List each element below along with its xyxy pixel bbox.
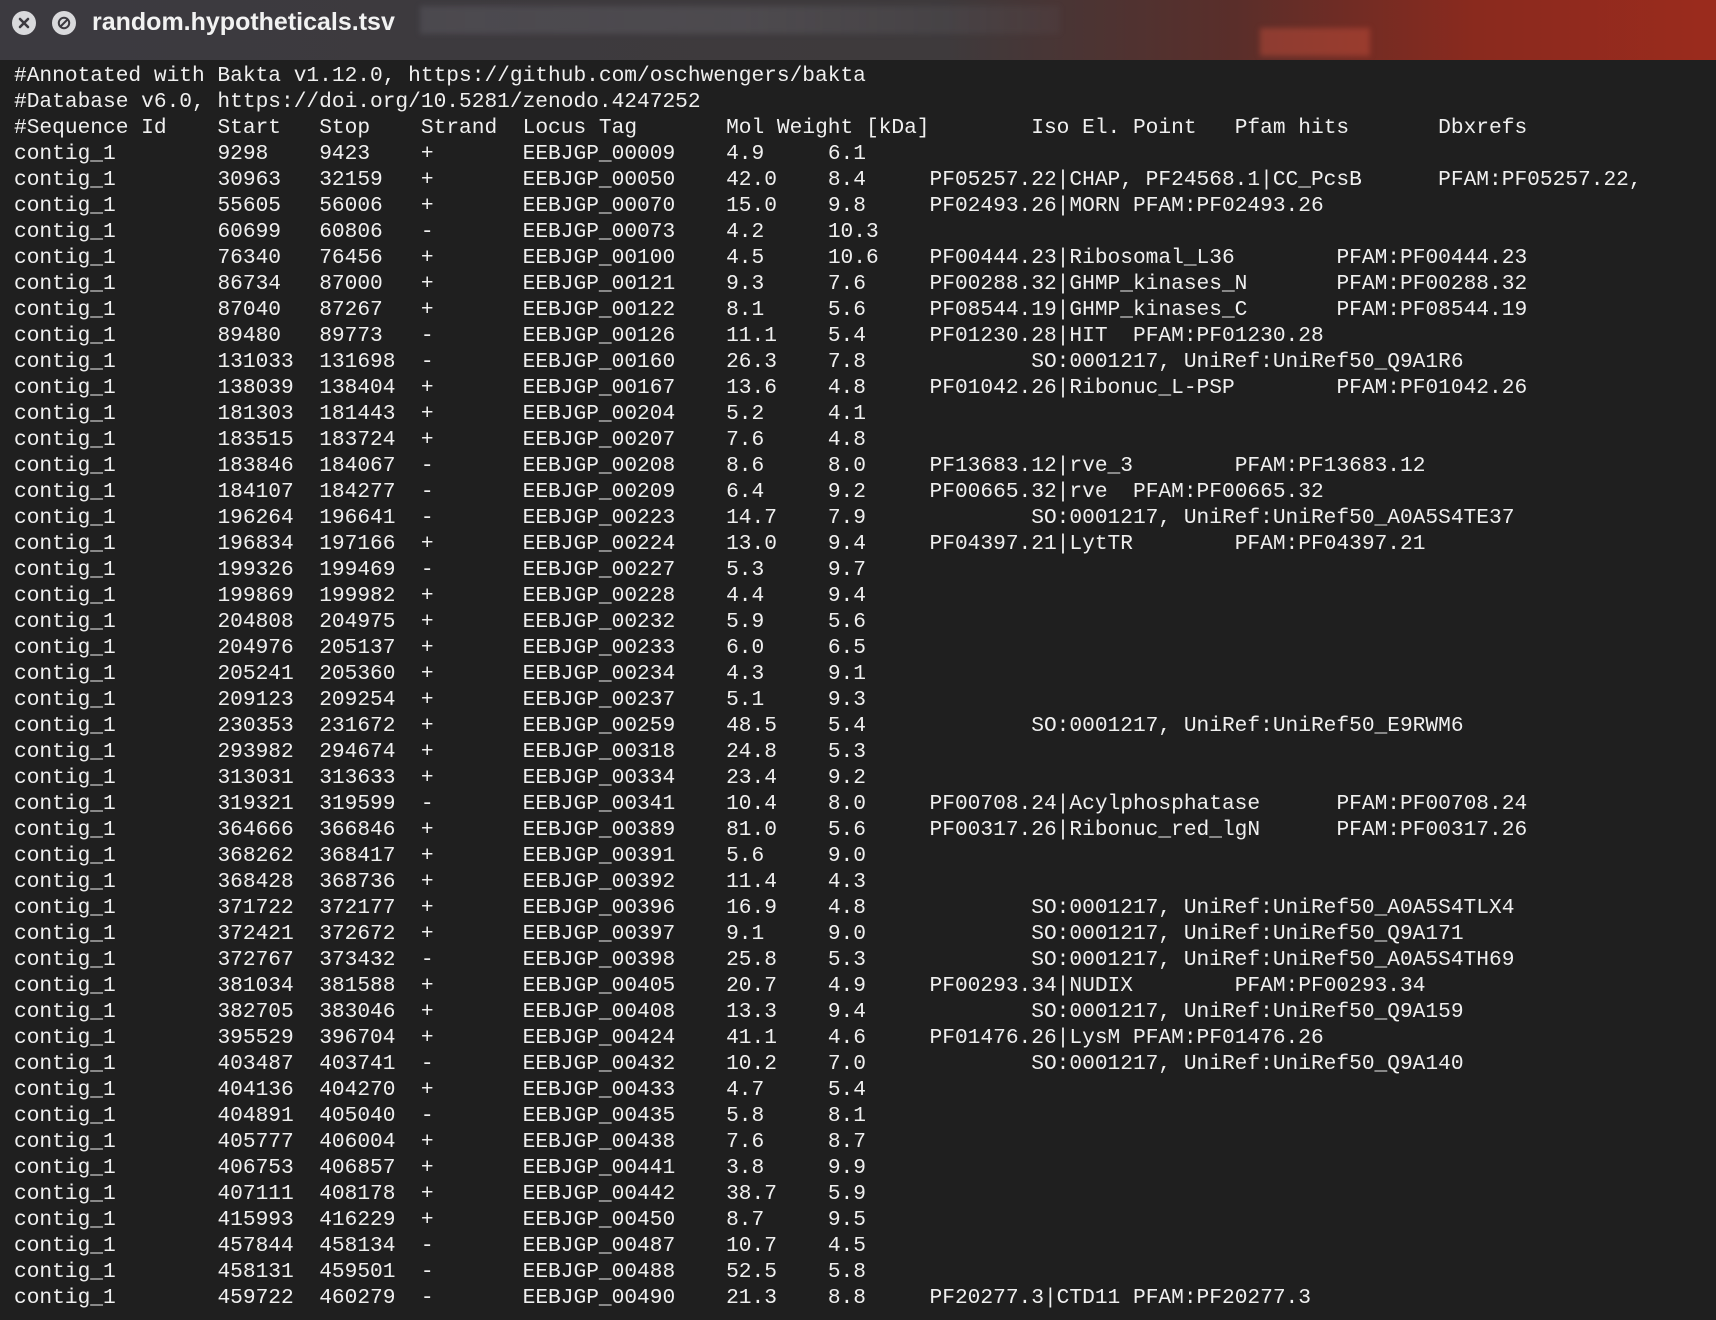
data-row: contig_1 313031 313633 + EEBJGP_00334 23… [14, 766, 866, 790]
data-row: contig_1 459722 460279 - EEBJGP_00490 21… [14, 1286, 1311, 1310]
close-window-button[interactable] [12, 11, 36, 35]
data-row: contig_1 9298 9423 + EEBJGP_00009 4.9 6.… [14, 142, 866, 166]
close-icon [18, 17, 30, 29]
data-row: contig_1 138039 138404 + EEBJGP_00167 13… [14, 376, 1528, 400]
data-row: contig_1 89480 89773 - EEBJGP_00126 11.1… [14, 324, 1324, 348]
data-row: contig_1 371722 372177 + EEBJGP_00396 16… [14, 896, 1515, 920]
data-row: contig_1 87040 87267 + EEBJGP_00122 8.1 … [14, 298, 1528, 322]
header-line: #Sequence Id Start Stop Strand Locus Tag… [14, 116, 1528, 140]
blurred-background-accent [1260, 28, 1370, 56]
data-row: contig_1 457844 458134 - EEBJGP_00487 10… [14, 1234, 866, 1258]
data-row: contig_1 372767 373432 - EEBJGP_00398 25… [14, 948, 1515, 972]
data-row: contig_1 230353 231672 + EEBJGP_00259 48… [14, 714, 1464, 738]
data-row: contig_1 407111 408178 + EEBJGP_00442 38… [14, 1182, 866, 1206]
data-row: contig_1 199869 199982 + EEBJGP_00228 4.… [14, 584, 866, 608]
data-row: contig_1 184107 184277 - EEBJGP_00209 6.… [14, 480, 1324, 504]
data-row: contig_1 364666 366846 + EEBJGP_00389 81… [14, 818, 1528, 842]
data-row: contig_1 458131 459501 - EEBJGP_00488 52… [14, 1260, 866, 1284]
data-row: contig_1 55605 56006 + EEBJGP_00070 15.0… [14, 194, 1324, 218]
blurred-background [420, 6, 1060, 34]
window-titlebar: random.hypotheticals.tsv [0, 0, 1716, 60]
disabled-window-button[interactable] [52, 11, 76, 35]
data-row: contig_1 196264 196641 - EEBJGP_00223 14… [14, 506, 1515, 530]
data-row: contig_1 131033 131698 - EEBJGP_00160 26… [14, 350, 1464, 374]
data-row: contig_1 405777 406004 + EEBJGP_00438 7.… [14, 1130, 866, 1154]
data-row: contig_1 382705 383046 + EEBJGP_00408 13… [14, 1000, 1464, 1024]
data-row: contig_1 204808 204975 + EEBJGP_00232 5.… [14, 610, 866, 634]
data-row: contig_1 368262 368417 + EEBJGP_00391 5.… [14, 844, 866, 868]
data-row: contig_1 372421 372672 + EEBJGP_00397 9.… [14, 922, 1464, 946]
data-row: contig_1 395529 396704 + EEBJGP_00424 41… [14, 1026, 1324, 1050]
data-row: contig_1 204976 205137 + EEBJGP_00233 6.… [14, 636, 866, 660]
data-row: contig_1 199326 199469 - EEBJGP_00227 5.… [14, 558, 866, 582]
data-row: contig_1 404136 404270 + EEBJGP_00433 4.… [14, 1078, 866, 1102]
file-content[interactable]: #Annotated with Bakta v1.12.0, https://g… [14, 63, 1716, 1320]
data-row: contig_1 181303 181443 + EEBJGP_00204 5.… [14, 402, 866, 426]
data-row: contig_1 404891 405040 - EEBJGP_00435 5.… [14, 1104, 866, 1128]
prohibited-icon [57, 16, 71, 30]
data-row: contig_1 209123 209254 + EEBJGP_00237 5.… [14, 688, 866, 712]
data-row: contig_1 381034 381588 + EEBJGP_00405 20… [14, 974, 1426, 998]
data-row: contig_1 183846 184067 - EEBJGP_00208 8.… [14, 454, 1426, 478]
data-row: contig_1 368428 368736 + EEBJGP_00392 11… [14, 870, 866, 894]
data-row: contig_1 196834 197166 + EEBJGP_00224 13… [14, 532, 1426, 556]
data-row: contig_1 76340 76456 + EEBJGP_00100 4.5 … [14, 246, 1528, 270]
comment-line: #Database v6.0, https://doi.org/10.5281/… [14, 90, 701, 114]
data-row: contig_1 403487 403741 - EEBJGP_00432 10… [14, 1052, 1464, 1076]
comment-line: #Annotated with Bakta v1.12.0, https://g… [14, 64, 866, 88]
data-row: contig_1 60699 60806 - EEBJGP_00073 4.2 … [14, 220, 879, 244]
data-row: contig_1 415993 416229 + EEBJGP_00450 8.… [14, 1208, 866, 1232]
data-row: contig_1 86734 87000 + EEBJGP_00121 9.3 … [14, 272, 1528, 296]
data-row: contig_1 183515 183724 + EEBJGP_00207 7.… [14, 428, 866, 452]
window-title: random.hypotheticals.tsv [92, 8, 395, 36]
data-row: contig_1 406753 406857 + EEBJGP_00441 3.… [14, 1156, 866, 1180]
data-row: contig_1 293982 294674 + EEBJGP_00318 24… [14, 740, 866, 764]
data-row: contig_1 319321 319599 - EEBJGP_00341 10… [14, 792, 1528, 816]
data-row: contig_1 30963 32159 + EEBJGP_00050 42.0… [14, 168, 1642, 192]
data-row: contig_1 205241 205360 + EEBJGP_00234 4.… [14, 662, 866, 686]
